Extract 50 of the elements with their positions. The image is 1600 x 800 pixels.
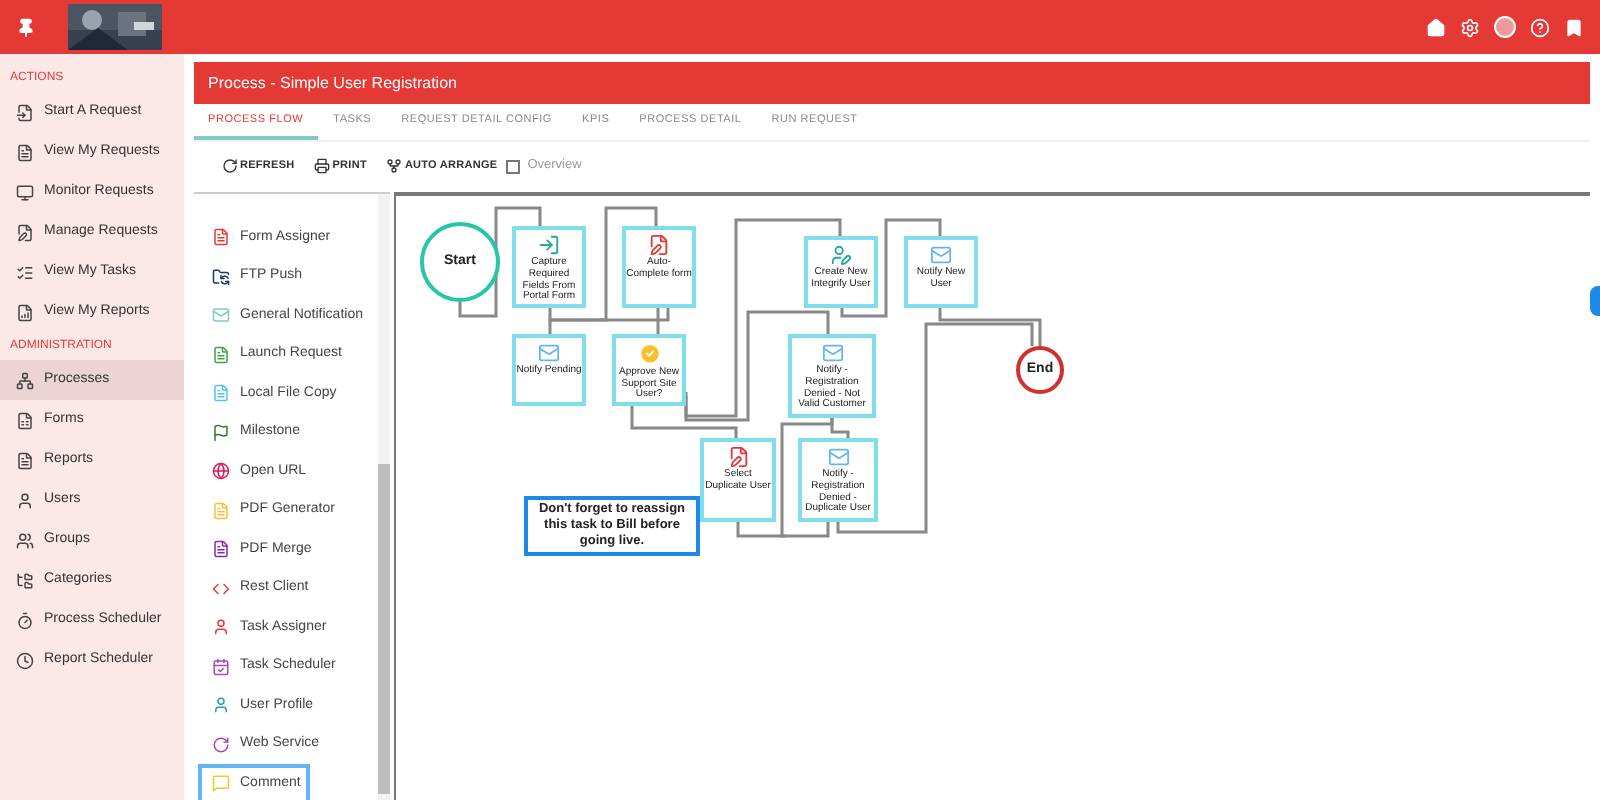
menu-icon bbox=[16, 183, 34, 201]
side-handle-icon[interactable] bbox=[1590, 286, 1600, 316]
user-pen-icon bbox=[830, 244, 852, 266]
menu-icon bbox=[16, 223, 34, 241]
tool-icon bbox=[212, 267, 230, 286]
tool-icon bbox=[212, 657, 230, 676]
envelope-icon bbox=[821, 342, 843, 364]
menu-icon bbox=[16, 143, 34, 161]
tool-icon bbox=[212, 423, 230, 442]
tool-icon bbox=[212, 579, 230, 598]
pin-icon[interactable] bbox=[16, 17, 36, 37]
bookmark-icon[interactable] bbox=[1564, 17, 1584, 37]
menu-icon bbox=[16, 411, 34, 429]
tool-icon bbox=[212, 345, 230, 364]
help-icon[interactable] bbox=[1530, 17, 1550, 37]
panel-header: Process - Simple User Registration bbox=[194, 62, 1590, 104]
tool-icon bbox=[212, 618, 230, 637]
envelope-icon bbox=[930, 244, 952, 266]
menu-icon bbox=[16, 651, 34, 669]
menu-icon bbox=[16, 371, 34, 389]
scrollbar-thumb[interactable] bbox=[378, 464, 390, 794]
tool-icon bbox=[212, 306, 230, 325]
sign-in-icon bbox=[538, 234, 560, 256]
tool-icon bbox=[212, 501, 230, 520]
user-avatar-icon[interactable] bbox=[1494, 16, 1516, 38]
menu-icon bbox=[16, 103, 34, 121]
tool-icon bbox=[212, 384, 230, 403]
menu-icon bbox=[16, 491, 34, 509]
tool-icon bbox=[212, 228, 230, 247]
menu-icon bbox=[16, 571, 34, 589]
menu-icon bbox=[16, 451, 34, 469]
menu-icon bbox=[16, 611, 34, 629]
menu-icon bbox=[16, 531, 34, 549]
settings-icon[interactable] bbox=[1460, 17, 1480, 37]
tool-icon bbox=[212, 462, 230, 481]
printer-icon bbox=[314, 158, 331, 174]
document-pen-icon bbox=[727, 446, 749, 468]
tool-icon bbox=[212, 540, 230, 559]
refresh-icon bbox=[222, 158, 238, 174]
home-icon[interactable] bbox=[1426, 17, 1446, 37]
check-badge-icon bbox=[637, 342, 661, 366]
branch-icon bbox=[386, 158, 403, 174]
tool-icon bbox=[212, 696, 230, 715]
menu-icon bbox=[16, 303, 34, 321]
tool-icon bbox=[212, 774, 230, 793]
envelope-icon bbox=[538, 342, 560, 364]
document-pen-icon bbox=[648, 234, 670, 256]
tool-icon bbox=[212, 735, 230, 754]
menu-icon bbox=[16, 263, 34, 281]
envelope-icon bbox=[827, 446, 849, 468]
